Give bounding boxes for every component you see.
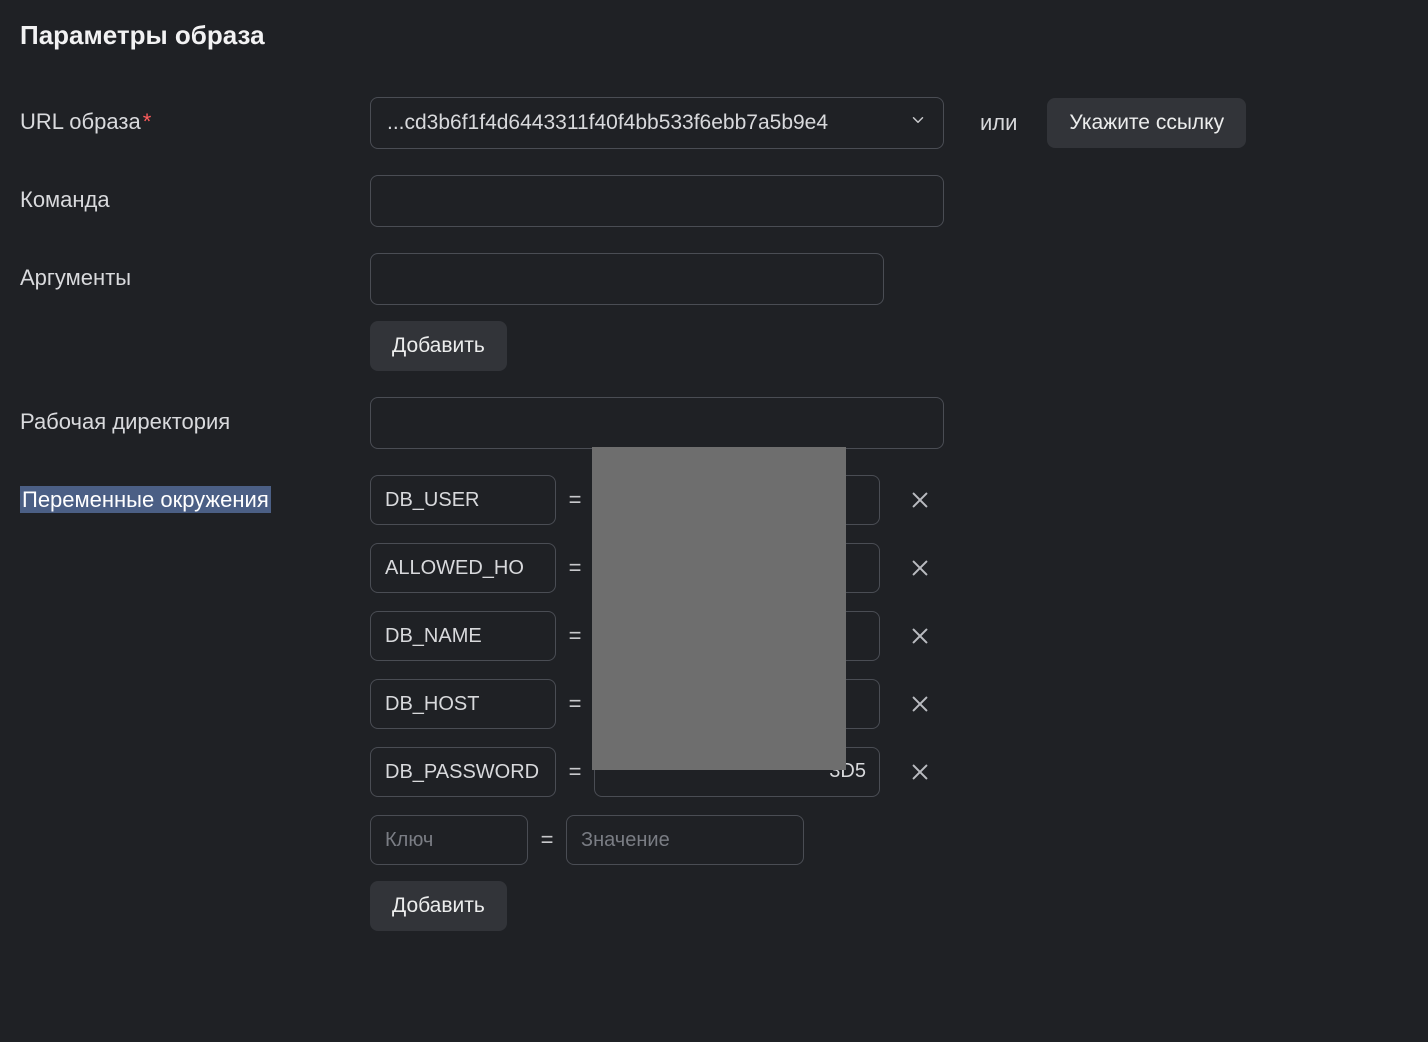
equals-sign: =	[540, 827, 554, 853]
env-rows: = = =	[370, 475, 934, 865]
chevron-down-icon	[909, 111, 927, 135]
workdir-input[interactable]	[370, 397, 944, 449]
redaction-overlay	[592, 447, 846, 770]
env-vars-label-wrap: Переменные окружения	[20, 475, 370, 513]
image-url-label: URL образа*	[20, 97, 370, 135]
env-new-value-input[interactable]	[566, 815, 804, 865]
arguments-input[interactable]	[370, 253, 884, 305]
image-url-label-text: URL образа	[20, 109, 141, 134]
command-input[interactable]	[370, 175, 944, 227]
env-key-input[interactable]	[370, 747, 556, 797]
image-url-select[interactable]: ...cd3b6f1f4d6443311f40f4bb533f6ebb7a5b9…	[370, 97, 944, 149]
equals-sign: =	[568, 623, 582, 649]
add-env-var-button[interactable]: Добавить	[370, 881, 507, 931]
remove-env-row-button[interactable]	[906, 486, 934, 514]
equals-sign: =	[568, 555, 582, 581]
image-url-or-text: или	[980, 110, 1017, 136]
env-row-new: =	[370, 815, 934, 865]
add-argument-button[interactable]: Добавить	[370, 321, 507, 371]
env-new-key-input[interactable]	[370, 815, 528, 865]
env-key-input[interactable]	[370, 543, 556, 593]
equals-sign: =	[568, 487, 582, 513]
env-key-input[interactable]	[370, 475, 556, 525]
env-vars-label: Переменные окружения	[20, 486, 271, 513]
arguments-label: Аргументы	[20, 253, 370, 291]
remove-env-row-button[interactable]	[906, 690, 934, 718]
env-key-input[interactable]	[370, 679, 556, 729]
section-title: Параметры образа	[20, 20, 1408, 51]
command-label: Команда	[20, 175, 370, 213]
env-key-input[interactable]	[370, 611, 556, 661]
required-asterisk: *	[143, 109, 152, 134]
specify-link-button[interactable]: Укажите ссылку	[1047, 98, 1246, 148]
remove-env-row-button[interactable]	[906, 554, 934, 582]
equals-sign: =	[568, 759, 582, 785]
remove-env-row-button[interactable]	[906, 622, 934, 650]
image-url-selected-value: ...cd3b6f1f4d6443311f40f4bb533f6ebb7a5b9…	[387, 111, 895, 135]
equals-sign: =	[568, 691, 582, 717]
remove-env-row-button[interactable]	[906, 758, 934, 786]
workdir-label: Рабочая директория	[20, 397, 370, 435]
